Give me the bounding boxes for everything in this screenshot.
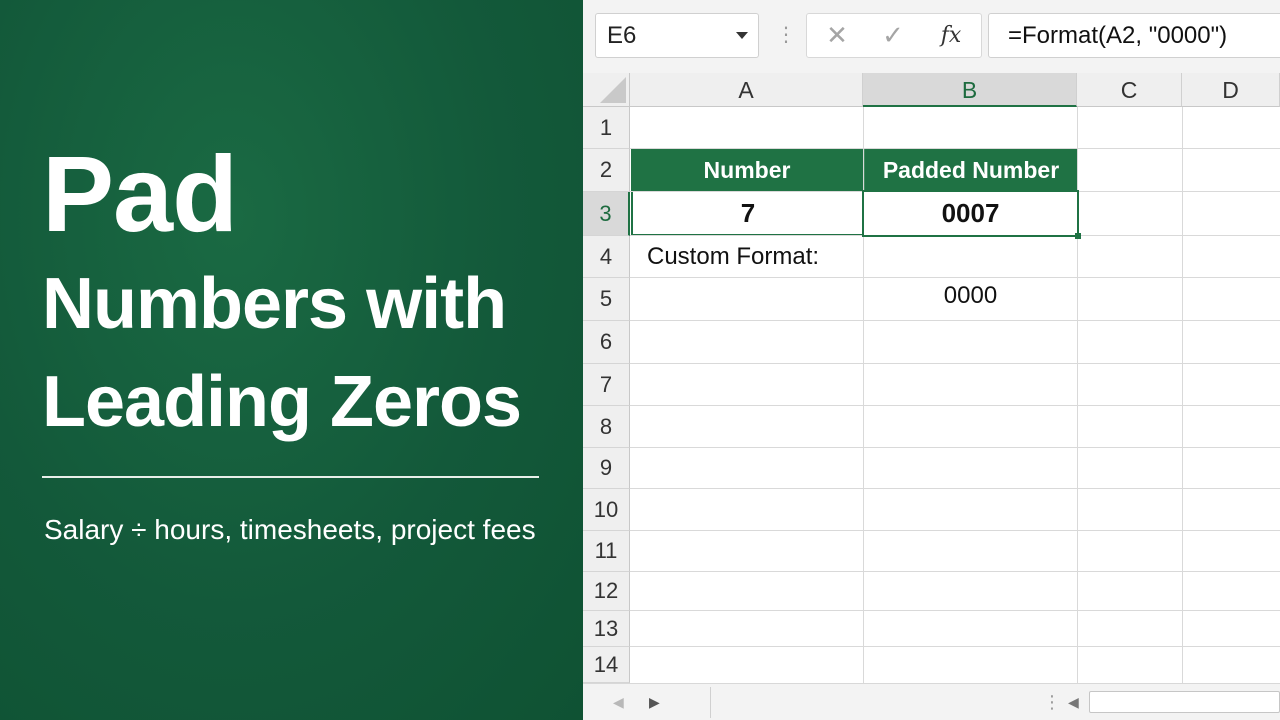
chevron-down-icon[interactable] (736, 32, 748, 39)
gridline (1182, 107, 1183, 683)
gridline (630, 320, 1280, 321)
gridline (630, 646, 1280, 647)
title-panel: Pad Numbers with Leading Zeros Salary ÷ … (0, 0, 583, 720)
row-header-14[interactable]: 14 (583, 647, 630, 683)
row-header-8[interactable]: 8 (583, 406, 630, 448)
gridline (630, 447, 1280, 448)
insert-function-icon[interactable]: fx (931, 14, 971, 57)
spreadsheet-window: E6 ⋮ ✕ ✓ fx =Format(A2, "0000") A B C D … (583, 0, 1280, 720)
cell-a3[interactable]: 7 (631, 192, 863, 235)
select-all-icon (600, 77, 626, 103)
title-line-3: Leading Zeros (42, 362, 522, 442)
cell-a2[interactable]: Number (631, 149, 863, 191)
row-header-10[interactable]: 10 (583, 489, 630, 531)
worksheet-grid[interactable]: A B C D 1 2 3 4 5 6 7 8 9 10 11 12 13 14 (583, 73, 1280, 683)
row-header-3[interactable]: 3 (583, 192, 630, 236)
row-header-2[interactable]: 2 (583, 149, 630, 192)
formula-input[interactable]: =Format(A2, "0000") (988, 13, 1280, 58)
title-line-2: Numbers with (42, 264, 507, 344)
row-header-6[interactable]: 6 (583, 321, 630, 364)
gridline (630, 571, 1280, 572)
column-header-a[interactable]: A (630, 73, 863, 107)
cell-b2[interactable]: Padded Number (864, 149, 1077, 191)
cancel-icon[interactable]: ✕ (817, 14, 857, 57)
formula-bar-buttons: ✕ ✓ fx (806, 13, 982, 58)
column-header-b[interactable]: B (863, 73, 1077, 107)
check-icon[interactable]: ✓ (873, 14, 913, 57)
title-divider (42, 476, 539, 478)
fill-handle[interactable] (1075, 233, 1081, 239)
scrollbar-grip-icon[interactable]: ⋮ (1043, 691, 1061, 713)
title-line-1: Pad (42, 133, 238, 254)
cell-b3[interactable]: 0007 (862, 190, 1079, 237)
row-header-11[interactable]: 11 (583, 531, 630, 572)
scroll-left-icon[interactable]: ◀ (1068, 691, 1079, 713)
row-header-13[interactable]: 13 (583, 611, 630, 647)
column-header-c[interactable]: C (1077, 73, 1182, 107)
subtitle: Salary ÷ hours, timesheets, project fees (44, 514, 536, 545)
name-box-value: E6 (607, 22, 637, 49)
row-header-4[interactable]: 4 (583, 236, 630, 278)
divider (710, 687, 711, 718)
cell-b5[interactable]: 0000 (864, 276, 1077, 316)
gridline (630, 610, 1280, 611)
row-header-5[interactable]: 5 (583, 278, 630, 321)
horizontal-scrollbar[interactable] (1089, 691, 1280, 713)
gridline (630, 488, 1280, 489)
next-sheet-icon[interactable]: ▶ (649, 684, 660, 720)
row-header-9[interactable]: 9 (583, 448, 630, 489)
row-header-7[interactable]: 7 (583, 364, 630, 406)
select-all-button[interactable] (583, 73, 630, 107)
row-header-1[interactable]: 1 (583, 107, 630, 149)
column-header-d[interactable]: D (1182, 73, 1280, 107)
formula-bar-grip-icon[interactable]: ⋮ (776, 24, 796, 46)
gridline (630, 530, 1280, 531)
gridline (630, 363, 1280, 364)
name-box[interactable]: E6 (595, 13, 759, 58)
sheet-navigation-bar: ◀ ▶ ⋮ ◀ (583, 683, 1280, 720)
row-header-12[interactable]: 12 (583, 572, 630, 611)
cell-a4[interactable]: Custom Format: (647, 236, 907, 277)
gridline (630, 405, 1280, 406)
previous-sheet-icon[interactable]: ◀ (613, 684, 624, 720)
